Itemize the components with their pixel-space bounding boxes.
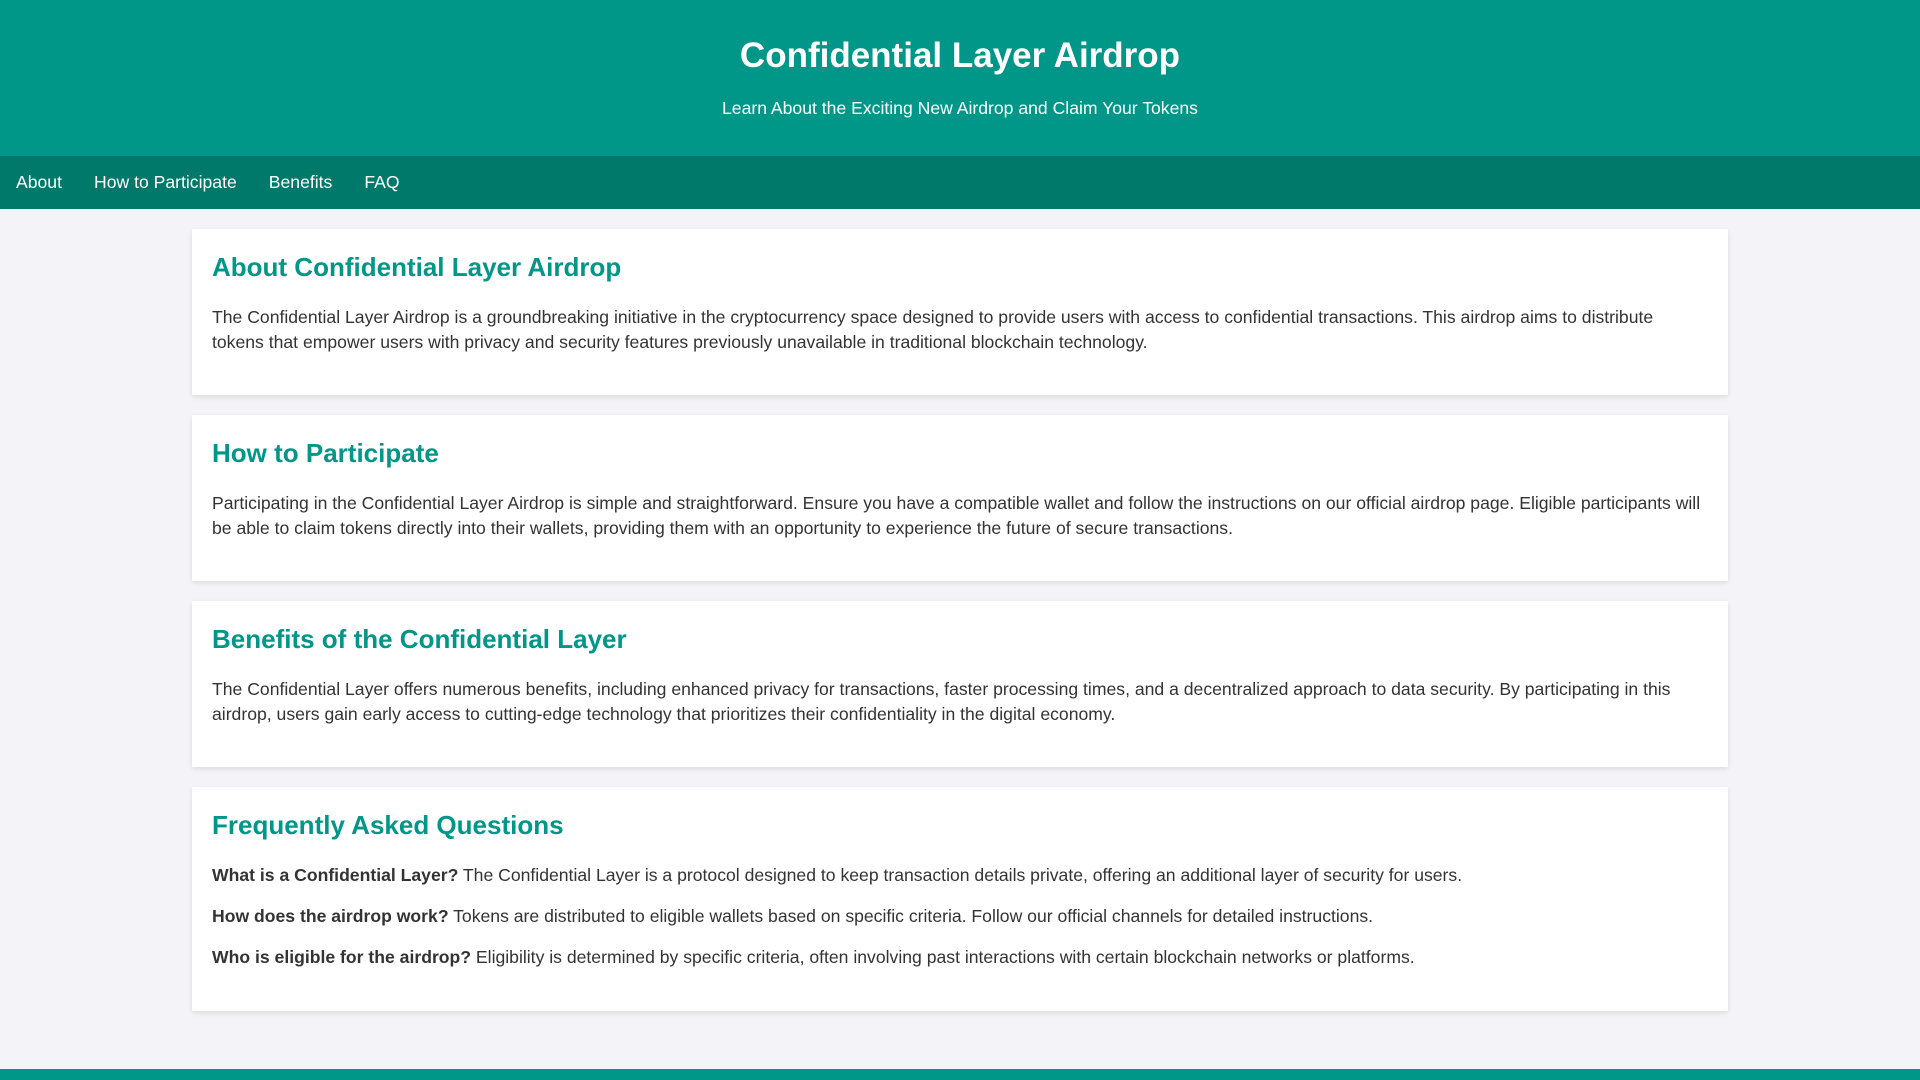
nav-benefits[interactable]: Benefits xyxy=(253,172,349,193)
faq-section: Frequently Asked Questions What is a Con… xyxy=(192,787,1728,1011)
section-title: About Confidential Layer Airdrop xyxy=(212,252,622,282)
main-nav: About How to Participate Benefits FAQ xyxy=(0,156,1920,209)
faq-item: What is a Confidential Layer? The Confid… xyxy=(212,863,1708,888)
site-footer xyxy=(0,1069,1920,1080)
faq-item: How does the airdrop work? Tokens are di… xyxy=(212,904,1708,929)
participate-section: How to Participate Participating in the … xyxy=(192,415,1728,581)
page-title: Confidential Layer Airdrop xyxy=(739,36,1181,75)
nav-how-to-participate[interactable]: How to Participate xyxy=(78,172,253,193)
about-section: About Confidential Layer Airdrop The Con… xyxy=(192,229,1728,395)
faq-answer: Eligibility is determined by specific cr… xyxy=(471,947,1415,967)
faq-item: Who is eligible for the airdrop? Eligibi… xyxy=(212,945,1708,970)
faq-question: How does the airdrop work? xyxy=(212,906,449,926)
faq-question: What is a Confidential Layer? xyxy=(212,865,459,885)
section-title: Benefits of the Confidential Layer xyxy=(212,624,627,654)
page-subtitle: Learn About the Exciting New Airdrop and… xyxy=(722,98,1198,118)
section-text: Participating in the Confidential Layer … xyxy=(212,493,1701,538)
faq-question: Who is eligible for the airdrop? xyxy=(212,947,472,967)
section-title: How to Participate xyxy=(212,438,439,468)
faq-answer: The Confidential Layer is a protocol des… xyxy=(458,865,1463,885)
nav-about[interactable]: About xyxy=(0,172,78,193)
section-text: The Confidential Layer offers numerous b… xyxy=(212,679,1671,724)
site-header: Confidential Layer Airdrop Learn About t… xyxy=(0,0,1920,156)
main-content: About Confidential Layer Airdrop The Con… xyxy=(192,229,1728,1011)
section-text: The Confidential Layer Airdrop is a grou… xyxy=(212,307,1654,352)
faq-answer: Tokens are distributed to eligible walle… xyxy=(448,906,1374,926)
section-title: Frequently Asked Questions xyxy=(212,810,564,840)
nav-faq[interactable]: FAQ xyxy=(348,172,415,193)
benefits-section: Benefits of the Confidential Layer The C… xyxy=(192,601,1728,767)
